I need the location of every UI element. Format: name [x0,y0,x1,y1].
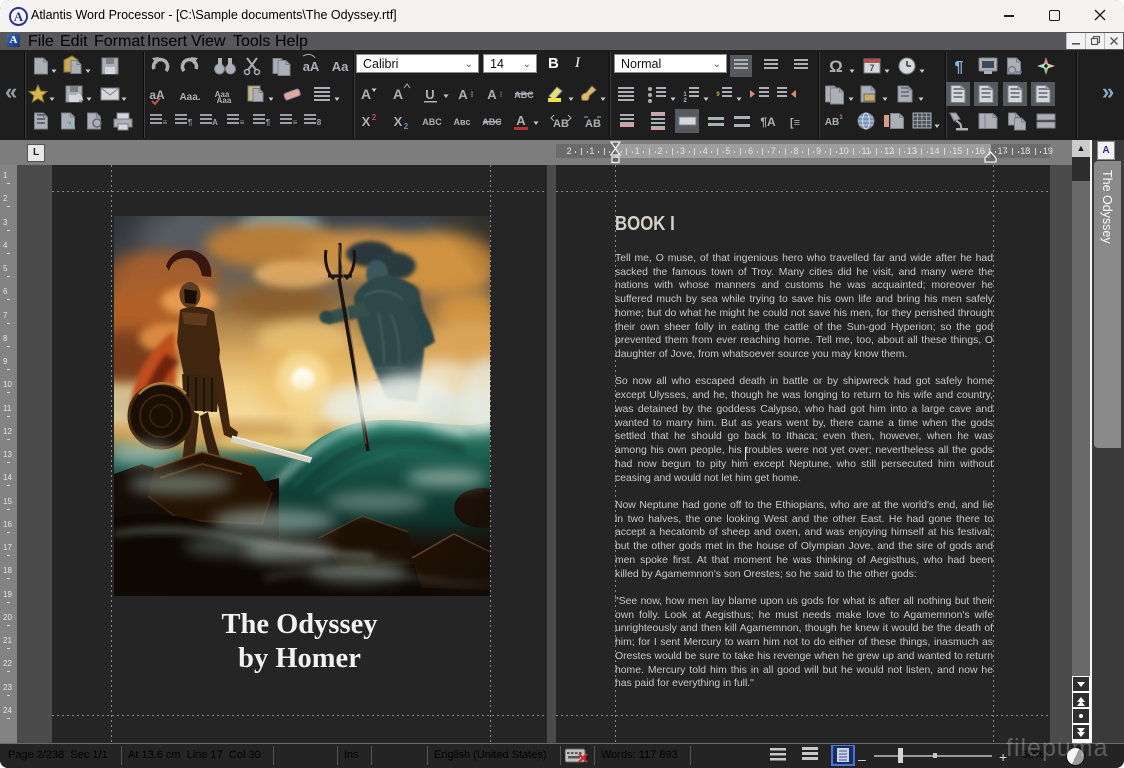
svg-text:≡: ≡ [163,118,168,127]
svg-text:⁝: ⁝ [500,90,503,99]
svg-text:AB: AB [585,118,601,130]
svg-text:¶: ¶ [955,59,964,76]
svg-text:[≡: [≡ [790,117,800,129]
svg-text:¶: ¶ [266,118,271,127]
svg-text:aA: aA [303,59,320,74]
svg-text:ABC: ABC [422,117,442,127]
svg-text:Aʙᴄ: Aʙᴄ [453,117,470,127]
svg-text:A: A [516,113,526,128]
svg-text:🔧: 🔧 [66,119,76,129]
svg-text:AB: AB [825,117,839,128]
svg-text:8: 8 [317,118,322,127]
svg-text:≡: ≡ [293,118,298,127]
svg-text:A: A [212,118,218,127]
svg-text:2: 2 [683,98,687,104]
svg-text:¶A: ¶A [760,115,776,129]
svg-text:U: U [425,87,434,102]
svg-text:A: A [487,87,497,102]
svg-text:9: 9 [716,92,720,98]
svg-text:X: X [362,114,371,129]
svg-text:ABC: ABC [514,90,534,100]
svg-text:2: 2 [404,122,409,131]
svg-text:✎: ✎ [76,93,84,104]
svg-text:⁝: ⁝ [471,90,474,99]
svg-text:1: 1 [839,115,843,121]
svg-text:Ω: Ω [829,57,843,76]
svg-text:A: A [458,87,468,102]
svg-text:A: A [393,86,403,102]
svg-text:¶: ¶ [188,118,193,127]
svg-text:≡: ≡ [240,118,245,127]
svg-text:Aa: Aa [332,59,349,74]
svg-text:Aaa: Aaa [217,96,232,105]
svg-text:AB: AB [553,118,569,130]
svg-text:A: A [361,86,371,102]
svg-text:X: X [394,114,403,129]
svg-text:Aaa.: Aaa. [179,92,200,103]
svg-text:7: 7 [869,63,874,73]
svg-text:2: 2 [372,113,377,122]
